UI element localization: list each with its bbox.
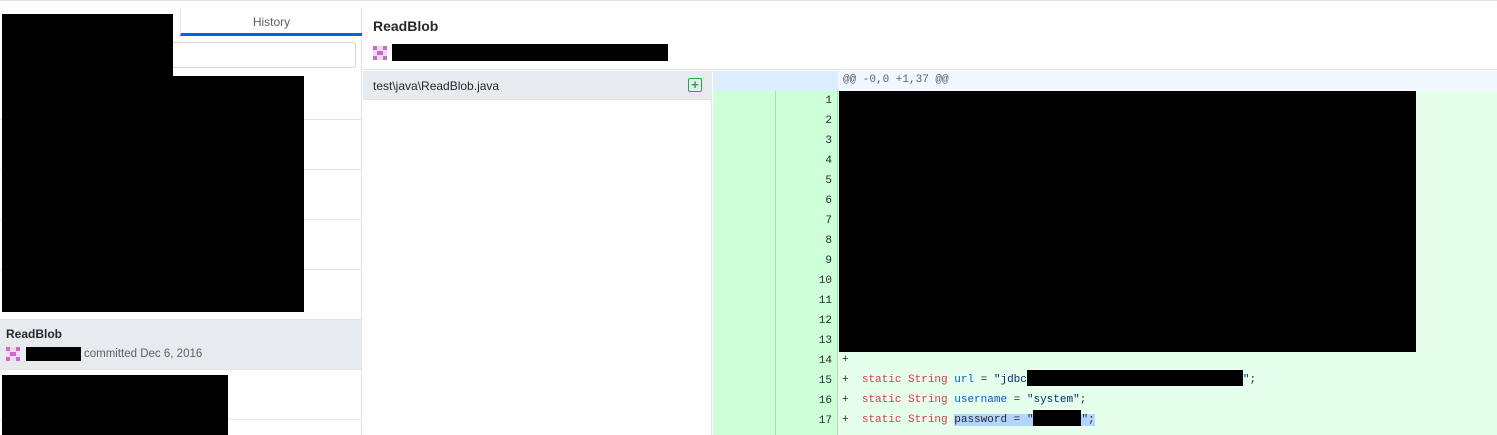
semicolon: ; — [1079, 394, 1087, 406]
selected-text-content: password = " — [954, 414, 1034, 426]
line-number[interactable]: 9 — [776, 251, 832, 271]
commit-list-item-selected[interactable]: ReadBlob committed Dec 6, 2016 — [0, 320, 362, 370]
commit-title: ReadBlob — [6, 327, 63, 341]
line-number[interactable]: 4 — [776, 151, 832, 171]
keyword: static — [861, 414, 902, 426]
keyword: String — [908, 414, 948, 426]
redacted-author-info — [392, 44, 668, 61]
avatar — [6, 347, 20, 361]
keyword: String — [908, 394, 948, 406]
commit-meta: committed Dec 6, 2016 — [6, 346, 202, 362]
line-number[interactable]: 15 — [776, 371, 832, 391]
line-number[interactable]: 6 — [776, 191, 832, 211]
diff-prefix: + — [842, 414, 862, 426]
code-line-14: + — [842, 354, 849, 366]
redacted-url — [1026, 370, 1243, 386]
tab-history[interactable]: History — [180, 8, 362, 36]
string-literal: "; — [1242, 374, 1257, 386]
redacted-author — [26, 347, 81, 361]
line-number[interactable]: 1 — [776, 91, 832, 111]
line-number[interactable]: 12 — [776, 311, 832, 331]
diff-prefix: + — [842, 374, 862, 386]
commit-date: committed Dec 6, 2016 — [84, 348, 203, 360]
line-number[interactable]: 13 — [776, 331, 832, 351]
operator: = — [974, 374, 994, 386]
github-desktop-window: History ReadBlob committed Dec 6, 2016 R… — [0, 0, 1497, 435]
line-number[interactable]: 8 — [776, 231, 832, 251]
old-line-gutter[interactable] — [713, 91, 776, 435]
redacted-password — [1033, 410, 1082, 426]
identifier: url — [954, 374, 975, 386]
changed-files-list: test\java\ReadBlob.java + — [363, 71, 712, 435]
line-number[interactable]: 5 — [776, 171, 832, 191]
selected-text-end: "; — [1081, 414, 1095, 426]
line-number[interactable]: 10 — [776, 271, 832, 291]
line-number[interactable]: 11 — [776, 291, 832, 311]
line-number[interactable]: 7 — [776, 211, 832, 231]
hunk-header-text: @@ -0,0 +1,37 @@ — [843, 74, 949, 86]
diff-prefix: + — [842, 394, 862, 406]
code-line-16: + static String username = "system"; — [842, 390, 1086, 410]
line-number[interactable]: 17 — [776, 411, 832, 431]
string-literal: "jdbc — [993, 374, 1027, 386]
redacted-code-block — [839, 91, 1416, 352]
commit-summary-title: ReadBlob — [373, 18, 439, 34]
code-line-15: + static String url = "jdbc "; — [842, 370, 1256, 390]
keyword: static — [861, 374, 902, 386]
history-sidebar: History ReadBlob committed Dec 6, 2016 — [0, 8, 362, 435]
keyword: static — [861, 394, 902, 406]
diff-view[interactable]: @@ -0,0 +1,37 @@ 1 2 3 4 5 6 7 8 9 10 11 12 13 14 15 16… — [713, 71, 1497, 435]
keyword: String — [908, 374, 948, 386]
operator: = — [1007, 394, 1027, 406]
commit-summary-header: ReadBlob — [363, 8, 1497, 70]
code-line-17: + static String password = " "; — [842, 410, 1095, 430]
hunk-header: @@ -0,0 +1,37 @@ — [713, 71, 1497, 91]
line-number[interactable]: 14 — [776, 351, 832, 371]
changed-file-item[interactable]: test\java\ReadBlob.java + — [363, 71, 712, 100]
identifier: username — [954, 394, 1008, 406]
plus-square-icon: + — [688, 78, 702, 92]
file-path: test\java\ReadBlob.java — [373, 79, 500, 93]
hunk-gutter[interactable] — [713, 71, 838, 91]
redacted-block — [2, 14, 173, 84]
commit-filter-input[interactable] — [150, 42, 356, 68]
avatar — [373, 45, 387, 60]
redacted-block — [2, 375, 228, 435]
commit-summary-meta — [373, 44, 668, 61]
redacted-block — [2, 76, 304, 312]
selected-text: password = " "; — [954, 410, 1095, 426]
line-number[interactable]: 2 — [776, 111, 832, 131]
string-literal: "system" — [1026, 394, 1080, 406]
line-number[interactable]: 3 — [776, 131, 832, 151]
line-number[interactable]: 16 — [776, 391, 832, 411]
